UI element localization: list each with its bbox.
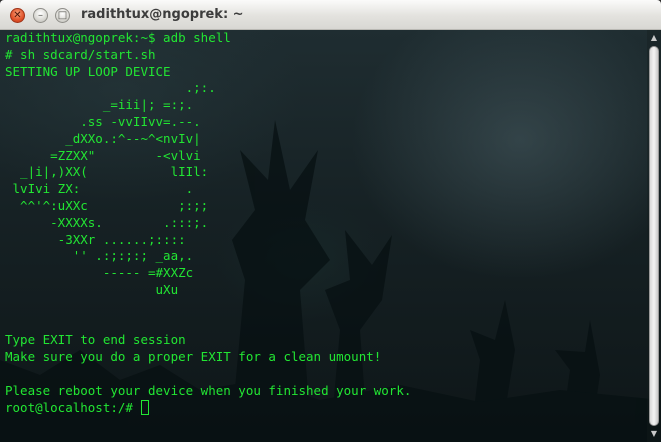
logo-line: .ss -vvIIvv=.--. <box>5 113 201 129</box>
logo-line: ^^'^:uXXc ;:;; <box>5 197 209 213</box>
minimize-icon: – <box>38 9 43 21</box>
terminal-window: ✕ – □ radithtux@ngoprek: ~ radithtux@ngo… <box>0 0 661 442</box>
logo-line: lvIvi ZX: . <box>5 181 194 197</box>
logo-line: ----- =#XXZc <box>5 265 194 281</box>
terminal-line: Make sure you do a proper EXIT for a cle… <box>5 349 382 365</box>
text-cursor[interactable] <box>141 399 150 415</box>
terminal-line: Type EXIT to end session <box>5 332 186 348</box>
scroll-down-icon[interactable]: ▼ <box>648 428 660 440</box>
logo-line: -3XXr ......;:::: <box>5 231 186 247</box>
terminal-line: SETTING UP LOOP DEVICE <box>5 63 171 79</box>
maximize-icon: □ <box>57 9 68 21</box>
prompt-line[interactable]: root@localhost:/# <box>5 399 411 417</box>
logo-line: .;:. <box>5 80 216 96</box>
terminal-output: radithtux@ngoprek:~$ adb shell # sh sdcar… <box>5 30 411 416</box>
logo-line: '' .:;:;:; _aa,. <box>5 248 194 264</box>
window-title: radithtux@ngoprek: ~ <box>81 7 244 22</box>
logo-line: =ZZXX" -<vlvi <box>5 147 201 163</box>
scrollbar-thumb[interactable] <box>649 46 659 426</box>
terminal-line: radithtux@ngoprek:~$ adb shell <box>5 30 231 45</box>
terminal-line: Please reboot your device when you finis… <box>5 382 412 398</box>
maximize-button[interactable]: □ <box>55 8 70 23</box>
logo-line: _=iii|; =:;. <box>5 97 194 113</box>
minimize-button[interactable]: – <box>33 8 48 23</box>
title-bar[interactable]: ✕ – □ radithtux@ngoprek: ~ <box>0 0 661 30</box>
scroll-up-icon[interactable]: ▲ <box>648 32 660 44</box>
close-icon: ✕ <box>13 9 22 21</box>
terminal-area[interactable]: radithtux@ngoprek:~$ adb shell # sh sdcar… <box>0 30 661 442</box>
vertical-scrollbar[interactable]: ▲ ▼ <box>647 30 661 442</box>
terminal-line: # sh sdcard/start.sh <box>5 46 156 62</box>
logo-line: _dXXo.:^--~^<nvIv| <box>5 130 201 146</box>
shell-prompt: root@localhost:/# <box>5 399 141 415</box>
logo-line: _|i|,)XX( lIIl: <box>5 164 209 180</box>
logo-line: -XXXXs. .:::;. <box>5 214 209 230</box>
logo-line: uXu <box>5 281 179 297</box>
close-button[interactable]: ✕ <box>10 8 25 23</box>
